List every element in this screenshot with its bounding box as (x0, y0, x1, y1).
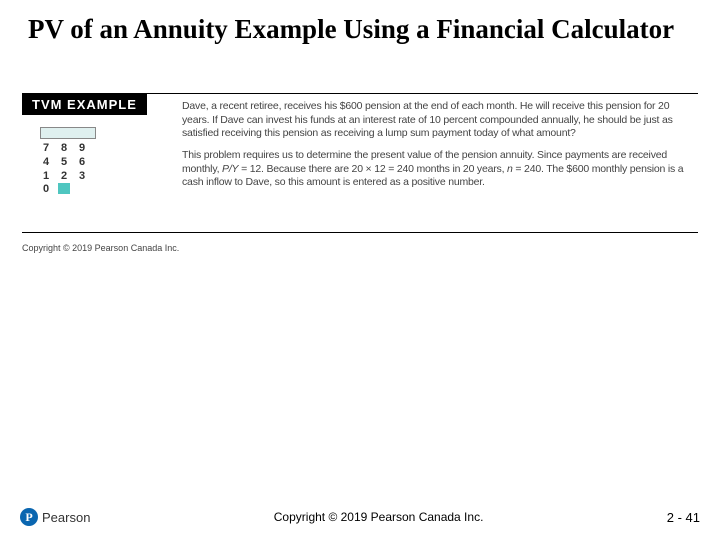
footer-copyright: Copyright © 2019 Pearson Canada Inc. (90, 510, 666, 524)
example-left-col: TVM EXAMPLE 7 8 9 4 5 6 1 2 3 0 (22, 94, 172, 232)
problem-p2: This problem requires us to determine th… (182, 149, 688, 190)
calc-blank-key (58, 183, 70, 194)
calc-key: 1 (40, 170, 52, 184)
calc-key: 3 (76, 170, 88, 184)
footer: P Pearson Copyright © 2019 Pearson Canad… (0, 508, 720, 526)
py-var: P/Y (222, 163, 238, 175)
pearson-logo: P Pearson (20, 508, 90, 526)
slide-title: PV of an Annuity Example Using a Financi… (0, 0, 720, 45)
tvm-example-box: TVM EXAMPLE 7 8 9 4 5 6 1 2 3 0 (22, 93, 698, 233)
calc-key: 7 (40, 142, 52, 156)
calc-key: 5 (58, 156, 70, 170)
calc-key: 2 (58, 170, 70, 184)
slide-number: 2 - 41 (667, 510, 700, 525)
pearson-logo-text: Pearson (42, 510, 90, 525)
calc-key: 6 (76, 156, 88, 170)
calc-key: 9 (76, 142, 88, 156)
calc-key: 4 (40, 156, 52, 170)
p2b: = 12. Because there are 20 × 12 = 240 mo… (238, 163, 507, 175)
problem-p1: Dave, a recent retiree, receives his $60… (182, 100, 688, 141)
calculator-icon: 7 8 9 4 5 6 1 2 3 0 (40, 127, 96, 197)
calc-display (40, 127, 96, 139)
pearson-badge-icon: P (20, 508, 38, 526)
tvm-label: TVM EXAMPLE (22, 94, 147, 115)
example-text: Dave, a recent retiree, receives his $60… (172, 94, 698, 232)
calc-key: 0 (40, 183, 52, 197)
inner-copyright: Copyright © 2019 Pearson Canada Inc. (22, 243, 720, 253)
calc-key: 8 (58, 142, 70, 156)
